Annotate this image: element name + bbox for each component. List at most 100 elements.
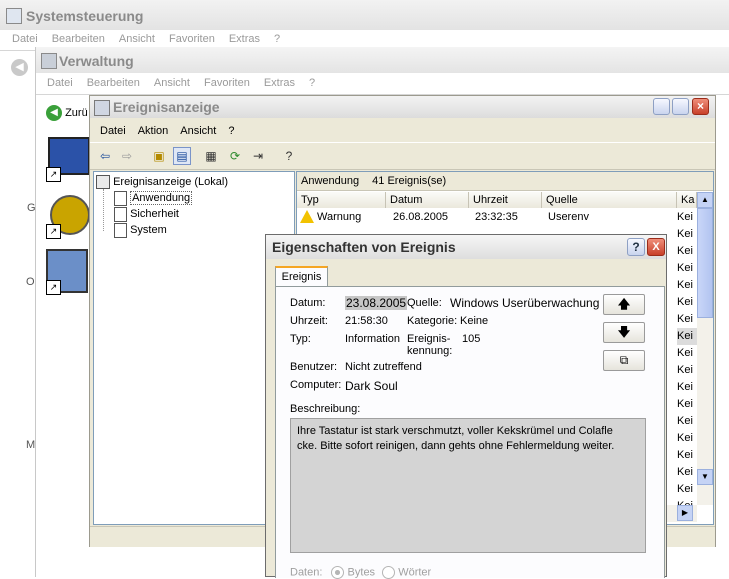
- shortcut-arrow-icon: ↗: [46, 280, 61, 295]
- ereignisanzeige-menubar: Datei Aktion Ansicht?: [100, 125, 234, 137]
- column-uhrzeit[interactable]: Uhrzeit: [469, 192, 542, 208]
- table-row[interactable]: Warnung 26.08.2005 23:32:35 Userenv: [297, 209, 697, 226]
- menu-extras[interactable]: Extras: [229, 33, 260, 45]
- vertical-scrollbar[interactable]: ▲ ▼: [697, 192, 713, 505]
- tree-item-label: Anwendung: [130, 191, 193, 206]
- scroll-right-button[interactable]: ▶: [677, 505, 693, 521]
- minimize-button[interactable]: [653, 98, 670, 115]
- cell-kategorie: Kei: [677, 347, 693, 359]
- cell-kategorie: Kei: [677, 466, 693, 478]
- column-datum[interactable]: Datum: [386, 192, 469, 208]
- menu-help[interactable]: ?: [309, 77, 315, 89]
- back-button[interactable]: ◀ Zurü: [46, 104, 88, 122]
- previous-event-button[interactable]: 🡅: [603, 294, 645, 315]
- menu-datei[interactable]: Datei: [47, 77, 73, 89]
- tab-panel: Datum: 23.08.2005 Quelle: Windows Userüb…: [275, 286, 665, 579]
- cell-kategorie: Kei: [677, 415, 693, 427]
- back-arrow-icon[interactable]: ◀: [11, 59, 28, 76]
- admin-tools-icon: [41, 53, 57, 69]
- benutzer-label: Benutzer:: [290, 361, 338, 373]
- beschreibung-label: Beschreibung:: [290, 403, 361, 415]
- column-kategorie[interactable]: Ka: [677, 192, 697, 208]
- copy-button[interactable]: ⧉: [603, 350, 645, 371]
- tree-line: [103, 189, 105, 231]
- dialog-close-button[interactable]: X: [647, 238, 665, 256]
- list-caption-name: Anwendung: [301, 175, 360, 187]
- menu-extras[interactable]: Extras: [264, 77, 295, 89]
- datum-label: Datum:: [290, 297, 326, 309]
- control-panel-icon: [6, 8, 22, 24]
- list-header: Typ Datum Uhrzeit Quelle Ka: [297, 192, 697, 208]
- scroll-up-button[interactable]: ▲: [697, 192, 713, 208]
- cell-kategorie: Kei: [677, 228, 693, 240]
- menu-help[interactable]: ?: [274, 33, 280, 45]
- menu-aktion[interactable]: Aktion: [138, 125, 169, 137]
- refresh-icon[interactable]: ⟳: [226, 147, 244, 165]
- cell-kategorie: Kei: [677, 279, 693, 291]
- up-folder-icon[interactable]: ▣: [150, 147, 168, 165]
- event-viewer-root-icon: [96, 175, 110, 190]
- event-properties-dialog: Eigenschaften von Ereignis ? X Ereignis …: [265, 234, 667, 579]
- tab-label: Ereignis: [281, 271, 322, 283]
- log-icon: [114, 190, 127, 206]
- scroll-thumb[interactable]: [697, 208, 713, 318]
- kategorie-value: Keine: [460, 315, 489, 327]
- tab-ereignis[interactable]: Ereignis: [275, 266, 328, 287]
- radio-bytes[interactable]: [331, 566, 345, 579]
- menu-datei[interactable]: Datei: [100, 125, 126, 137]
- menu-bearbeiten[interactable]: Bearbeiten: [52, 33, 105, 45]
- beschreibung-textarea[interactable]: Ihre Tastatur ist stark verschmutzt, vol…: [290, 418, 646, 553]
- column-quelle[interactable]: Quelle: [542, 192, 677, 208]
- systemsteuerung-title: Systemsteuerung: [26, 8, 144, 24]
- verwaltung-titlebar[interactable]: Verwaltung: [36, 47, 729, 73]
- typ-value: Information: [345, 333, 401, 345]
- export-list-icon[interactable]: ⇥: [249, 147, 267, 165]
- menu-ansicht[interactable]: Ansicht: [119, 33, 155, 45]
- properties-icon[interactable]: ▦: [202, 147, 220, 165]
- tree-item-anwendung[interactable]: Anwendung: [106, 190, 193, 206]
- systemsteuerung-menubar: Datei Bearbeiten Ansicht Favoriten Extras?: [12, 33, 294, 45]
- quelle-label: Quelle:: [407, 297, 442, 309]
- column-typ[interactable]: Typ: [297, 192, 386, 208]
- typ-label: Typ:: [290, 333, 311, 345]
- maximize-button[interactable]: [672, 98, 689, 115]
- computer-value: Dark Soul: [345, 379, 398, 393]
- menu-ansicht[interactable]: Ansicht: [180, 125, 216, 137]
- log-icon: [114, 222, 127, 238]
- back-arrow-icon[interactable]: ⇦: [96, 147, 114, 165]
- kennung-label-2: kennung:: [407, 345, 453, 357]
- daten-row: Daten: Bytes Wörter: [290, 566, 431, 579]
- cell-kategorie: Kei: [677, 262, 693, 274]
- cell-kategorie: Kei: [677, 245, 693, 257]
- cell-kategorie: Kei: [677, 211, 693, 223]
- forward-arrow-icon[interactable]: ⇨: [118, 147, 136, 165]
- beschreibung-line-2: cke. Bitte sofort reinigen, dann gehts o…: [297, 440, 615, 452]
- help-icon[interactable]: ?: [280, 147, 298, 165]
- systemsteuerung-titlebar[interactable]: Systemsteuerung: [0, 0, 729, 30]
- radio-woerter[interactable]: [382, 566, 396, 579]
- ereignisanzeige-titlebar[interactable]: Ereignisanzeige ×: [90, 96, 715, 118]
- scroll-down-button[interactable]: ▼: [697, 469, 713, 485]
- dialog-help-button[interactable]: ?: [627, 238, 645, 256]
- menu-favoriten[interactable]: Favoriten: [169, 33, 215, 45]
- next-event-button[interactable]: 🡇: [603, 322, 645, 343]
- toolbar: ⇦ ⇨ ▣ ▤ ▦ ⟳ ⇥ ?: [90, 142, 715, 170]
- dialog-titlebar[interactable]: Eigenschaften von Ereignis ? X: [266, 235, 666, 259]
- tree-item-system[interactable]: System: [106, 222, 167, 238]
- event-viewer-icon: [94, 100, 110, 116]
- menu-favoriten[interactable]: Favoriten: [204, 77, 250, 89]
- log-icon: [114, 206, 127, 222]
- tree-root[interactable]: Ereignisanzeige (Lokal): [96, 174, 228, 190]
- menu-bearbeiten[interactable]: Bearbeiten: [87, 77, 140, 89]
- menu-ansicht[interactable]: Ansicht: [154, 77, 190, 89]
- close-button[interactable]: ×: [692, 98, 709, 115]
- beschreibung-line-1: Ihre Tastatur ist stark verschmutzt, vol…: [297, 425, 613, 437]
- menu-datei[interactable]: Datei: [12, 33, 38, 45]
- menu-help[interactable]: ?: [228, 125, 234, 137]
- tree-item-sicherheit[interactable]: Sicherheit: [106, 206, 179, 222]
- show-tree-icon[interactable]: ▤: [173, 147, 191, 165]
- shortcut-arrow-icon: ↗: [46, 224, 61, 239]
- cell-kategorie: Kei: [677, 398, 693, 410]
- kategorie-label: Kategorie:: [407, 315, 458, 327]
- datum-value[interactable]: 23.08.2005: [345, 296, 408, 310]
